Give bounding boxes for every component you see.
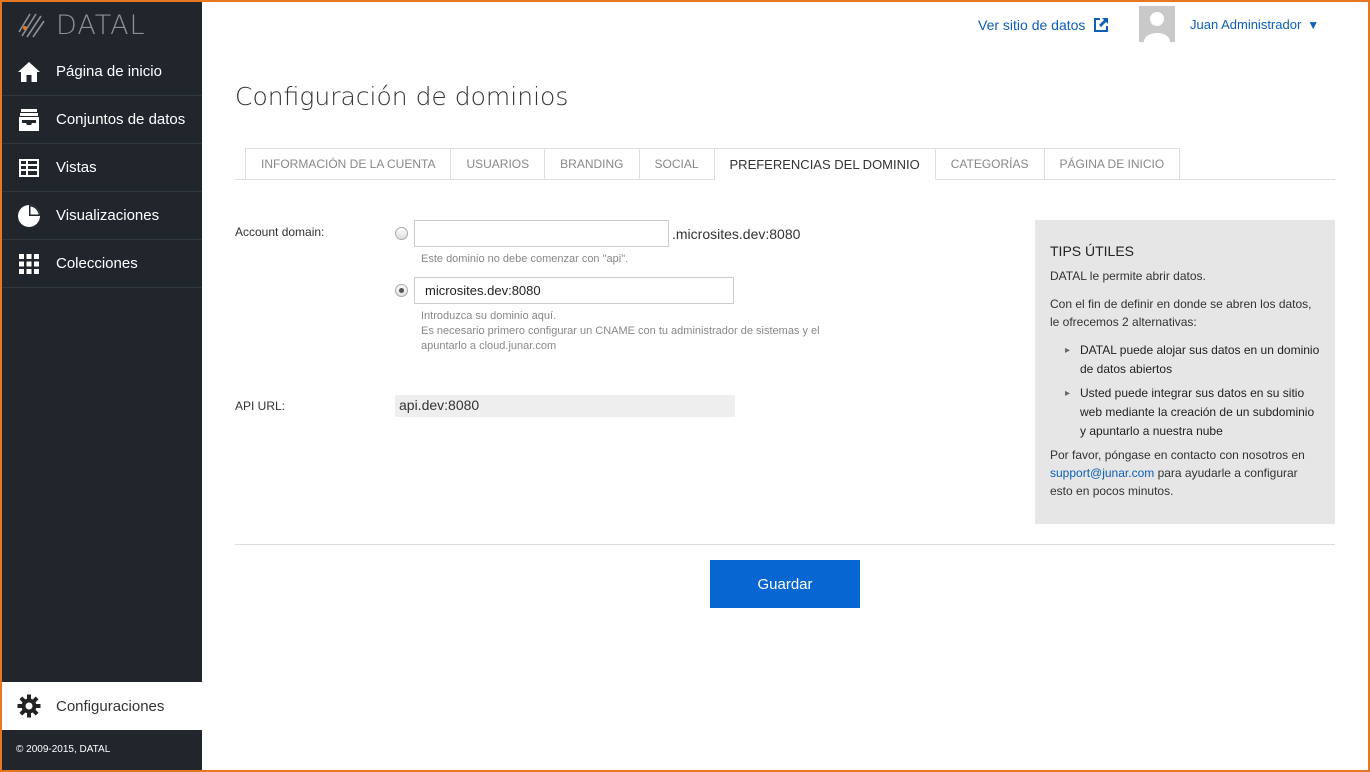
sidebar-item-label: Vistas: [56, 159, 97, 176]
save-button[interactable]: Guardar: [710, 560, 860, 608]
tab-users[interactable]: USUARIOS: [451, 148, 546, 180]
home-icon: [16, 59, 42, 85]
tab-domain-preferences[interactable]: PREFERENCIAS DEL DOMINIO: [714, 148, 936, 180]
tips-paragraph: Con el fin de definir en donde se abren …: [1050, 297, 1312, 329]
subdomain-hint: Este dominio no debe comenzar con "api".: [421, 253, 629, 265]
sidebar-item-home[interactable]: Página de inicio: [2, 48, 202, 96]
tips-list: DATAL puede alojar sus datos en un domin…: [1065, 341, 1320, 441]
user-name: Juan Administrador: [1190, 17, 1302, 32]
form-divider: [235, 544, 1335, 545]
tab-branding[interactable]: BRANDING: [545, 148, 640, 180]
tab-categories[interactable]: CATEGORÍAS: [935, 148, 1045, 180]
sidebar-item-views[interactable]: Vistas: [2, 144, 202, 192]
tab-account-info[interactable]: INFORMACIÓN DE LA CUENTA: [245, 148, 452, 180]
custom-domain-hint-line: Introduzca su dominio aquí.: [421, 310, 557, 322]
table-icon: [16, 155, 42, 181]
brand-name: DATAL: [56, 9, 146, 41]
sidebar: DATAL Página de inicio Conjuntos de dato…: [2, 2, 202, 770]
view-data-site-link[interactable]: Ver sitio de datos: [978, 17, 1109, 33]
sidebar-item-label: Configuraciones: [56, 697, 165, 715]
tips-list-item: Usted puede integrar sus datos en su sit…: [1065, 384, 1320, 441]
subdomain-input[interactable]: [414, 220, 669, 247]
tips-list-item: DATAL puede alojar sus datos en un domin…: [1065, 341, 1320, 379]
custom-domain-hint-line: apuntarlo a cloud.junar.com: [421, 340, 557, 352]
inbox-icon: [16, 107, 42, 133]
copyright: © 2009-2015, DATAL: [16, 744, 111, 755]
view-data-site-label: Ver sitio de datos: [978, 17, 1086, 33]
user-icon: [1144, 12, 1170, 42]
page-title: Configuración de dominios: [235, 82, 569, 111]
logo-icon: [18, 13, 45, 38]
brand-logo[interactable]: DATAL: [2, 2, 202, 48]
account-domain-label: Account domain:: [235, 225, 325, 239]
tips-contact-text: Por favor, póngase en contacto con nosot…: [1050, 448, 1305, 462]
avatar[interactable]: [1139, 6, 1175, 42]
user-menu[interactable]: Juan Administrador ▼: [1190, 17, 1319, 32]
support-email-link[interactable]: support@junar.com: [1050, 466, 1154, 480]
tab-home-page[interactable]: PÁGINA DE INICIO: [1044, 148, 1181, 180]
custom-domain-hint-line: Es necesario primero configurar un CNAME…: [421, 325, 820, 337]
sidebar-item-label: Conjuntos de datos: [56, 111, 186, 128]
api-url-label: API URL:: [235, 399, 286, 413]
custom-domain-input[interactable]: [414, 277, 734, 304]
chevron-down-icon: ▼: [1307, 18, 1320, 32]
gear-icon: [16, 693, 42, 719]
tips-panel: TIPS ÚTILES DATAL le permite abrir datos…: [1035, 220, 1335, 524]
subdomain-suffix: .microsites.dev:8080: [672, 226, 801, 242]
grid-icon: [16, 251, 42, 277]
subdomain-radio[interactable]: [395, 227, 408, 240]
sidebar-item-datasets[interactable]: Conjuntos de datos: [2, 96, 202, 144]
tab-social[interactable]: SOCIAL: [639, 148, 715, 180]
sidebar-item-settings[interactable]: Configuraciones: [2, 682, 202, 730]
custom-domain-radio[interactable]: [395, 284, 408, 297]
sidebar-item-label: Página de inicio: [56, 63, 162, 80]
sidebar-item-label: Visualizaciones: [56, 207, 160, 224]
pie-chart-icon: [16, 203, 42, 229]
external-link-icon: [1094, 18, 1109, 32]
tab-bar: INFORMACIÓN DE LA CUENTA USUARIOS BRANDI…: [245, 148, 1181, 180]
sidebar-item-collections[interactable]: Colecciones: [2, 240, 202, 288]
api-url-value: api.dev:8080: [395, 395, 735, 417]
tips-contact: Por favor, póngase en contacto con nosot…: [1050, 446, 1320, 500]
sidebar-item-visualizations[interactable]: Visualizaciones: [2, 192, 202, 240]
custom-domain-hint: Introduzca su dominio aquí. Es necesario…: [421, 309, 820, 354]
sidebar-item-label: Colecciones: [56, 255, 138, 272]
tips-paragraph: DATAL le permite abrir datos.: [1050, 269, 1206, 283]
tips-title: TIPS ÚTILES: [1050, 243, 1135, 259]
